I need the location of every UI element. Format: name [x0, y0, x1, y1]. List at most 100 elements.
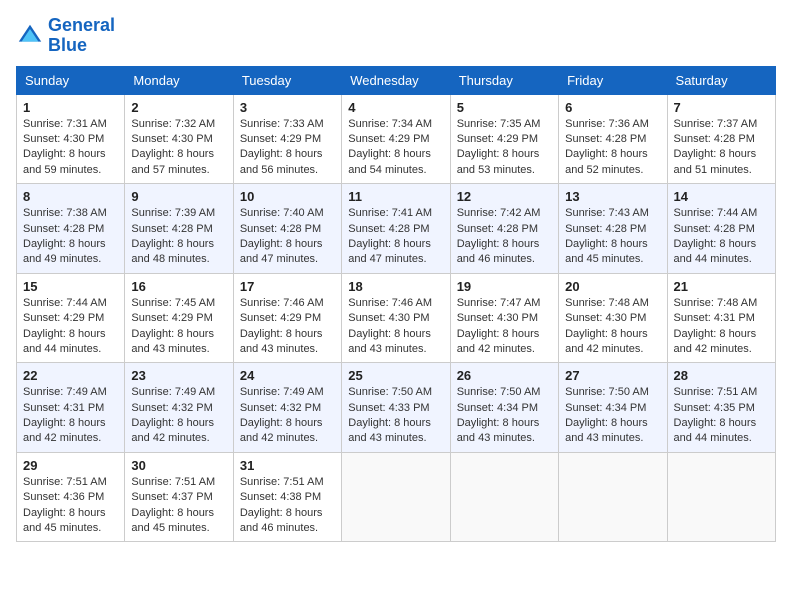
- sunrise-label: Sunrise:: [240, 386, 283, 398]
- day-number: 5: [457, 100, 552, 115]
- sunset-label: Sunset:: [240, 491, 280, 503]
- calendar-cell: 27 Sunrise: 7:50 AM Sunset: 4:34 PM Dayl…: [559, 363, 667, 453]
- daylight-label: Daylight:: [674, 238, 720, 250]
- day-number: 3: [240, 100, 335, 115]
- day-info: Sunrise: 7:48 AM Sunset: 4:31 PM Dayligh…: [674, 296, 769, 358]
- sunrise-label: Sunrise:: [457, 297, 500, 309]
- sunset-time: 4:35 PM: [714, 402, 755, 414]
- day-info: Sunrise: 7:50 AM Sunset: 4:34 PM Dayligh…: [565, 385, 660, 447]
- day-number: 16: [131, 279, 226, 294]
- sunrise-time: 7:49 AM: [283, 386, 323, 398]
- sunrise-label: Sunrise:: [457, 386, 500, 398]
- day-info: Sunrise: 7:37 AM Sunset: 4:28 PM Dayligh…: [674, 117, 769, 179]
- sunrise-time: 7:39 AM: [175, 207, 215, 219]
- sunrise-label: Sunrise:: [348, 386, 391, 398]
- calendar-cell: 14 Sunrise: 7:44 AM Sunset: 4:28 PM Dayl…: [667, 184, 775, 274]
- daylight-label: Daylight:: [240, 238, 286, 250]
- day-info: Sunrise: 7:51 AM Sunset: 4:37 PM Dayligh…: [131, 475, 226, 537]
- weekday-header-friday: Friday: [559, 66, 667, 94]
- sunrise-label: Sunrise:: [23, 207, 66, 219]
- sunset-label: Sunset:: [565, 223, 605, 235]
- sunset-time: 4:31 PM: [63, 402, 104, 414]
- sunset-label: Sunset:: [131, 223, 171, 235]
- day-info: Sunrise: 7:44 AM Sunset: 4:29 PM Dayligh…: [23, 296, 118, 358]
- sunset-time: 4:28 PM: [497, 223, 538, 235]
- day-number: 1: [23, 100, 118, 115]
- sunrise-time: 7:48 AM: [609, 297, 649, 309]
- sunset-time: 4:38 PM: [280, 491, 321, 503]
- sunset-time: 4:30 PM: [605, 312, 646, 324]
- sunrise-time: 7:33 AM: [283, 118, 323, 130]
- sunrise-label: Sunrise:: [565, 297, 608, 309]
- sunrise-time: 7:46 AM: [392, 297, 432, 309]
- daylight-label: Daylight:: [674, 417, 720, 429]
- sunrise-time: 7:34 AM: [392, 118, 432, 130]
- weekday-header-sunday: Sunday: [17, 66, 125, 94]
- sunrise-label: Sunrise:: [674, 118, 717, 130]
- day-number: 20: [565, 279, 660, 294]
- day-info: Sunrise: 7:51 AM Sunset: 4:36 PM Dayligh…: [23, 475, 118, 537]
- logo-icon: [16, 22, 44, 50]
- day-number: 24: [240, 368, 335, 383]
- sunrise-time: 7:38 AM: [66, 207, 106, 219]
- day-info: Sunrise: 7:50 AM Sunset: 4:33 PM Dayligh…: [348, 385, 443, 447]
- sunset-label: Sunset:: [457, 223, 497, 235]
- day-number: 15: [23, 279, 118, 294]
- calendar-cell: 19 Sunrise: 7:47 AM Sunset: 4:30 PM Dayl…: [450, 273, 558, 363]
- day-number: 19: [457, 279, 552, 294]
- sunrise-label: Sunrise:: [348, 207, 391, 219]
- sunrise-time: 7:41 AM: [392, 207, 432, 219]
- calendar-cell: 17 Sunrise: 7:46 AM Sunset: 4:29 PM Dayl…: [233, 273, 341, 363]
- calendar-cell: 24 Sunrise: 7:49 AM Sunset: 4:32 PM Dayl…: [233, 363, 341, 453]
- sunset-time: 4:32 PM: [280, 402, 321, 414]
- sunset-label: Sunset:: [674, 312, 714, 324]
- day-number: 21: [674, 279, 769, 294]
- calendar-week-row: 22 Sunrise: 7:49 AM Sunset: 4:31 PM Dayl…: [17, 363, 776, 453]
- calendar-cell: 21 Sunrise: 7:48 AM Sunset: 4:31 PM Dayl…: [667, 273, 775, 363]
- daylight-label: Daylight:: [348, 417, 394, 429]
- day-number: 11: [348, 189, 443, 204]
- day-info: Sunrise: 7:49 AM Sunset: 4:32 PM Dayligh…: [240, 385, 335, 447]
- calendar-cell: [450, 452, 558, 542]
- weekday-header-thursday: Thursday: [450, 66, 558, 94]
- calendar-cell: 6 Sunrise: 7:36 AM Sunset: 4:28 PM Dayli…: [559, 94, 667, 184]
- day-info: Sunrise: 7:34 AM Sunset: 4:29 PM Dayligh…: [348, 117, 443, 179]
- sunset-time: 4:34 PM: [605, 402, 646, 414]
- sunrise-time: 7:49 AM: [175, 386, 215, 398]
- sunset-time: 4:28 PM: [605, 133, 646, 145]
- daylight-label: Daylight:: [348, 238, 394, 250]
- calendar-cell: 9 Sunrise: 7:39 AM Sunset: 4:28 PM Dayli…: [125, 184, 233, 274]
- sunrise-label: Sunrise:: [457, 118, 500, 130]
- day-info: Sunrise: 7:43 AM Sunset: 4:28 PM Dayligh…: [565, 206, 660, 268]
- sunrise-time: 7:50 AM: [392, 386, 432, 398]
- day-number: 23: [131, 368, 226, 383]
- daylight-label: Daylight:: [457, 328, 503, 340]
- day-number: 10: [240, 189, 335, 204]
- calendar-cell: 11 Sunrise: 7:41 AM Sunset: 4:28 PM Dayl…: [342, 184, 450, 274]
- calendar-cell: 16 Sunrise: 7:45 AM Sunset: 4:29 PM Dayl…: [125, 273, 233, 363]
- daylight-label: Daylight:: [240, 507, 286, 519]
- sunrise-time: 7:47 AM: [500, 297, 540, 309]
- sunrise-label: Sunrise:: [240, 476, 283, 488]
- sunrise-label: Sunrise:: [131, 386, 174, 398]
- day-info: Sunrise: 7:31 AM Sunset: 4:30 PM Dayligh…: [23, 117, 118, 179]
- daylight-label: Daylight:: [23, 148, 69, 160]
- day-info: Sunrise: 7:40 AM Sunset: 4:28 PM Dayligh…: [240, 206, 335, 268]
- calendar-cell: 8 Sunrise: 7:38 AM Sunset: 4:28 PM Dayli…: [17, 184, 125, 274]
- sunset-time: 4:28 PM: [714, 133, 755, 145]
- daylight-label: Daylight:: [23, 507, 69, 519]
- day-info: Sunrise: 7:38 AM Sunset: 4:28 PM Dayligh…: [23, 206, 118, 268]
- day-number: 28: [674, 368, 769, 383]
- calendar-cell: 18 Sunrise: 7:46 AM Sunset: 4:30 PM Dayl…: [342, 273, 450, 363]
- sunset-label: Sunset:: [131, 133, 171, 145]
- day-info: Sunrise: 7:47 AM Sunset: 4:30 PM Dayligh…: [457, 296, 552, 358]
- day-info: Sunrise: 7:36 AM Sunset: 4:28 PM Dayligh…: [565, 117, 660, 179]
- day-number: 17: [240, 279, 335, 294]
- sunrise-time: 7:51 AM: [283, 476, 323, 488]
- calendar-cell: 29 Sunrise: 7:51 AM Sunset: 4:36 PM Dayl…: [17, 452, 125, 542]
- sunset-time: 4:30 PM: [63, 133, 104, 145]
- sunset-label: Sunset:: [131, 491, 171, 503]
- sunset-time: 4:29 PM: [63, 312, 104, 324]
- sunrise-label: Sunrise:: [565, 118, 608, 130]
- calendar-cell: 25 Sunrise: 7:50 AM Sunset: 4:33 PM Dayl…: [342, 363, 450, 453]
